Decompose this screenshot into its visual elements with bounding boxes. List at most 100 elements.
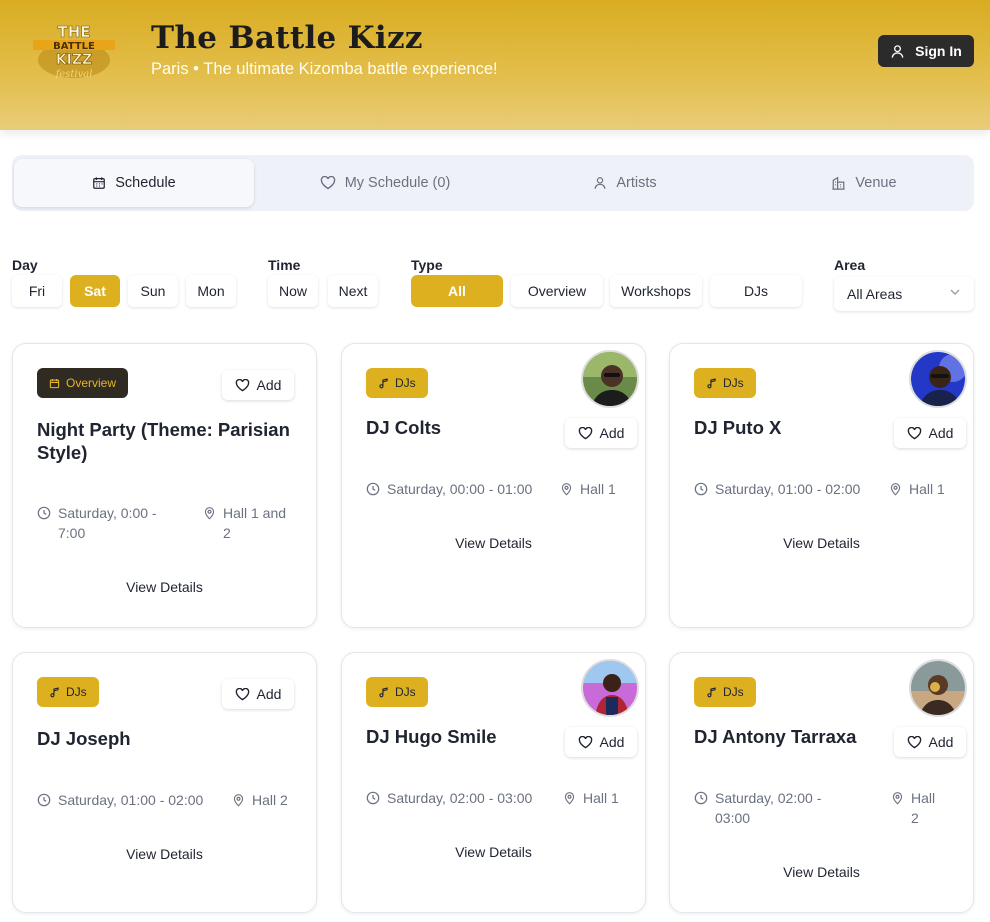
event-title: DJ Colts xyxy=(366,417,442,438)
area-filter-label: Area xyxy=(834,257,866,273)
tab-venue-label: Venue xyxy=(855,175,897,191)
map-pin-icon xyxy=(204,507,215,520)
event-location-line: 2 xyxy=(223,525,231,541)
add-label: Add xyxy=(599,734,625,750)
event-type-badge: DJs xyxy=(37,677,99,707)
add-to-schedule-button[interactable]: Add xyxy=(894,727,966,757)
event-time-line: 03:00 xyxy=(715,810,751,826)
area-select-value: All Areas xyxy=(847,286,903,302)
view-details-link[interactable]: View Details xyxy=(670,535,973,551)
app-title: The Battle Kizz xyxy=(151,20,423,56)
heart-icon xyxy=(235,378,249,391)
event-location: Hall 2 xyxy=(232,790,288,810)
event-time-text: Saturday, 02:00 - 03:00 xyxy=(387,790,533,806)
music-note-icon xyxy=(379,377,388,388)
heart-icon xyxy=(235,687,249,700)
event-location-text: Hall 2 xyxy=(252,792,288,808)
music-note-icon xyxy=(50,686,59,697)
svg-text:festival: festival xyxy=(55,69,93,80)
badge-label: DJs xyxy=(395,685,416,699)
day-option-mon[interactable]: Mon xyxy=(186,275,236,307)
heart-icon xyxy=(320,176,335,190)
building-icon xyxy=(832,176,846,190)
main-tabs: Schedule My Schedule (0) Artists Venue xyxy=(12,155,974,211)
clock-icon xyxy=(366,482,380,496)
type-option-all[interactable]: All xyxy=(411,275,503,307)
view-details-link[interactable]: View Details xyxy=(13,846,316,862)
event-time: Saturday, 02:00 - 03:00 xyxy=(366,788,532,808)
event-card[interactable]: DJs Add DJ Colts Saturday, 00:00 - 01:00… xyxy=(341,343,646,628)
event-location-text: Hall 1 xyxy=(909,481,945,497)
event-title: DJ Puto X xyxy=(694,417,782,438)
tab-schedule[interactable]: Schedule xyxy=(14,159,254,207)
view-details-link[interactable]: View Details xyxy=(342,844,645,860)
clock-icon xyxy=(694,791,708,805)
event-time: Saturday, 0:00 - 7:00 xyxy=(37,503,187,543)
event-location-line: Hall 1 and xyxy=(223,505,287,521)
type-option-workshops[interactable]: Workshops xyxy=(610,275,702,307)
map-pin-icon xyxy=(561,483,572,496)
event-card[interactable]: DJs Add DJ Joseph Saturday, 01:00 - 02:0… xyxy=(12,652,317,913)
music-note-icon xyxy=(707,686,716,697)
music-note-icon xyxy=(379,686,388,697)
tab-artists[interactable]: Artists xyxy=(505,159,745,207)
artist-avatar xyxy=(909,659,967,717)
user-icon xyxy=(594,177,606,189)
event-card[interactable]: Overview Add Night Party (Theme: Parisia… xyxy=(12,343,317,628)
map-pin-icon xyxy=(233,794,244,807)
tab-venue[interactable]: Venue xyxy=(744,159,984,207)
event-location-line: Hall xyxy=(911,790,936,806)
festival-logo[interactable]: THE BATTLE KIZZ festival xyxy=(30,20,118,82)
app-header: THE BATTLE KIZZ festival The Battle Kizz… xyxy=(0,0,990,130)
event-location: Hall 2 xyxy=(891,788,951,828)
time-option-now[interactable]: Now xyxy=(268,275,318,307)
calendar-icon xyxy=(49,378,60,388)
view-details-link[interactable]: View Details xyxy=(670,864,973,880)
add-to-schedule-button[interactable]: Add xyxy=(894,418,966,448)
event-location: Hall 1 xyxy=(560,479,616,499)
add-to-schedule-button[interactable]: Add xyxy=(222,370,294,400)
event-card[interactable]: DJs Add DJ Antony Tarraxa Saturday, 02:0… xyxy=(669,652,974,913)
add-label: Add xyxy=(928,425,954,441)
event-time-text: Saturday, 01:00 - 02:00 xyxy=(58,792,204,808)
time-option-next[interactable]: Next xyxy=(328,275,378,307)
artist-avatar xyxy=(581,350,639,408)
event-location: Hall 1 xyxy=(889,479,945,499)
type-option-djs[interactable]: DJs xyxy=(710,275,802,307)
clock-icon xyxy=(37,506,51,520)
day-option-sat[interactable]: Sat xyxy=(70,275,120,307)
event-card[interactable]: DJs Add DJ Puto X Saturday, 01:00 - 02:0… xyxy=(669,343,974,628)
tab-my-schedule[interactable]: My Schedule (0) xyxy=(265,159,505,207)
add-to-schedule-button[interactable]: Add xyxy=(565,418,637,448)
event-location: Hall 1 and 2 xyxy=(203,503,303,543)
view-details-link[interactable]: View Details xyxy=(13,579,316,595)
view-details-link[interactable]: View Details xyxy=(342,535,645,551)
day-option-sun[interactable]: Sun xyxy=(128,275,178,307)
badge-label: DJs xyxy=(723,376,744,390)
event-time-line: 7:00 xyxy=(58,525,86,541)
event-type-badge: DJs xyxy=(366,677,428,707)
music-note-icon xyxy=(707,377,716,388)
app-subtitle: Paris • The ultimate Kizomba battle expe… xyxy=(151,60,498,78)
clock-icon xyxy=(37,793,51,807)
event-title-line: Night Party (Theme: Parisian xyxy=(37,419,290,440)
area-select[interactable]: All Areas xyxy=(834,277,974,311)
add-label: Add xyxy=(599,425,625,441)
event-title: DJ Joseph xyxy=(37,728,131,749)
map-pin-icon xyxy=(564,792,575,805)
day-option-fri[interactable]: Fri xyxy=(12,275,62,307)
add-to-schedule-button[interactable]: Add xyxy=(222,679,294,709)
heart-icon xyxy=(907,735,921,748)
event-location-text: Hall 1 xyxy=(580,481,616,497)
event-time: Saturday, 02:00 - 03:00 xyxy=(694,788,844,828)
type-option-overview[interactable]: Overview xyxy=(511,275,603,307)
event-location-text: Hall 1 xyxy=(583,790,619,806)
badge-label: Overview xyxy=(66,376,117,390)
sign-in-button[interactable]: Sign In xyxy=(878,35,974,67)
tab-my-schedule-label: My Schedule (0) xyxy=(344,175,451,191)
add-to-schedule-button[interactable]: Add xyxy=(565,727,637,757)
svg-text:THE: THE xyxy=(57,23,90,41)
heart-icon xyxy=(578,735,592,748)
add-label: Add xyxy=(256,686,282,702)
event-card[interactable]: DJs Add DJ Hugo Smile Saturday, 02:00 - … xyxy=(341,652,646,913)
